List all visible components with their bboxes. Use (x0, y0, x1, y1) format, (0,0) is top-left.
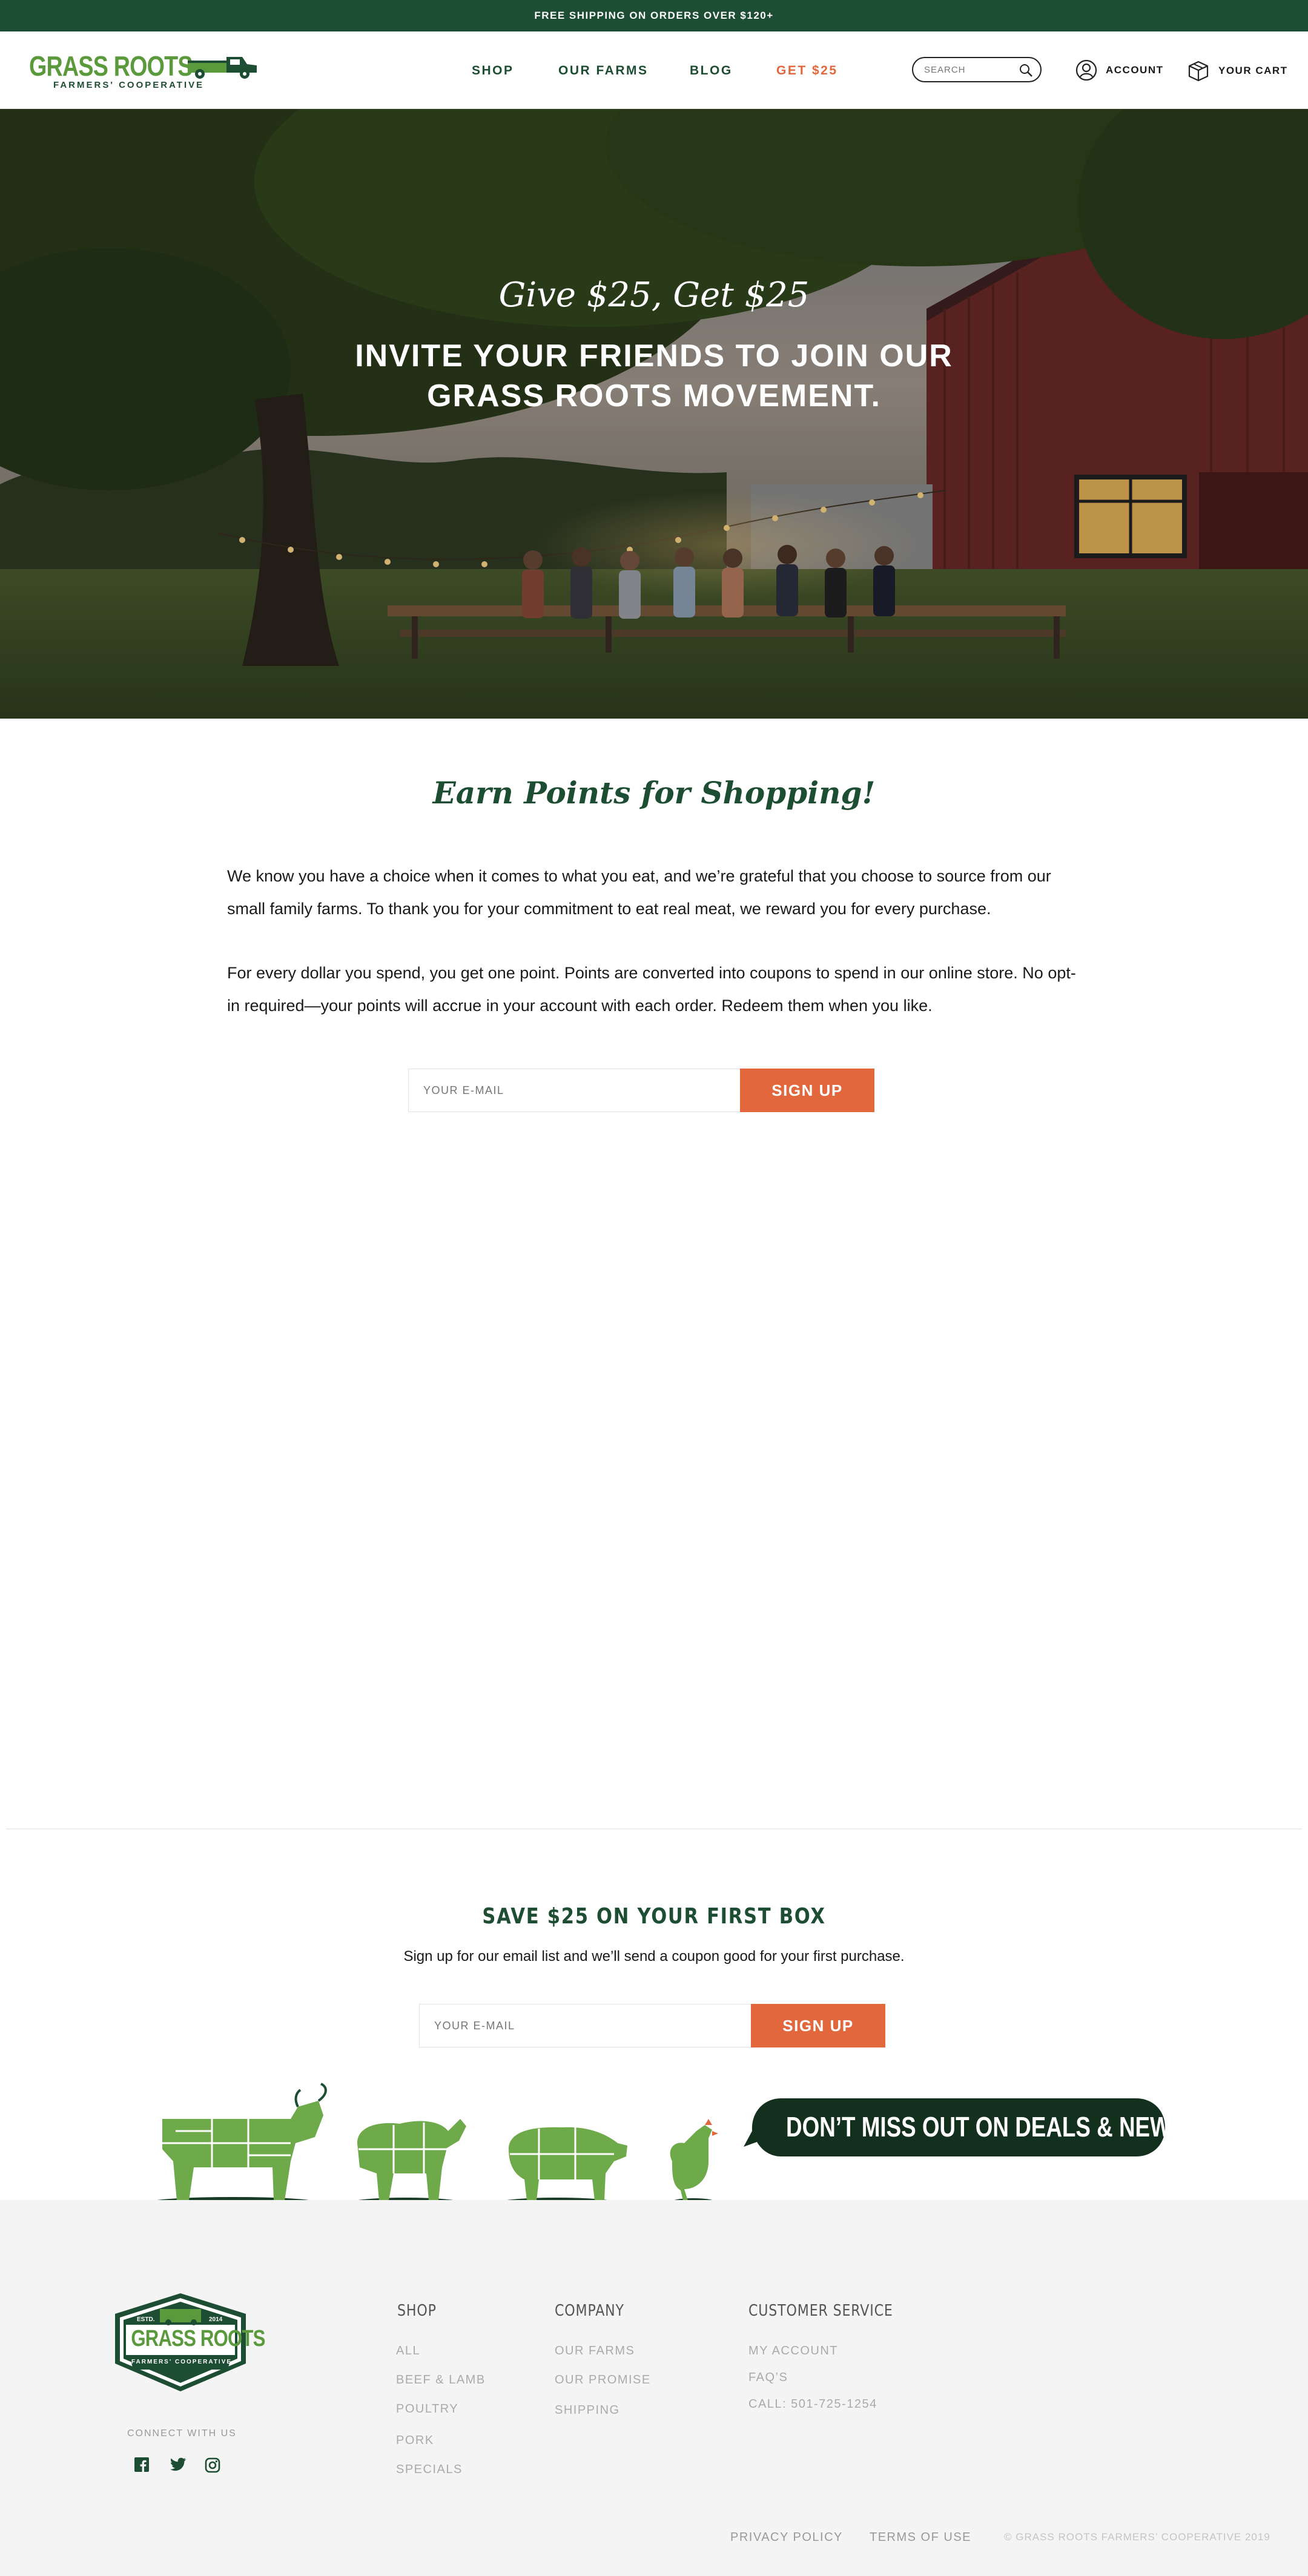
cow-icon (162, 2083, 327, 2201)
hero-tagline: Give $25, Get $25 (498, 275, 810, 315)
account-label: ACCOUNT (1106, 64, 1164, 76)
points-paragraph-2: For every dollar you spend, you get one … (227, 964, 1076, 1015)
footer-customer-service-title: CUSTOMER SERVICE (748, 2302, 893, 2320)
badge-subtitle: FARMERS' COOPERATIVE (131, 2359, 233, 2365)
points-signup-form: SIGN UP (408, 1069, 874, 1112)
user-icon (1075, 59, 1097, 81)
footer-link-our-farms[interactable]: OUR FARMS (555, 2344, 635, 2358)
footer-copyright: © GRASS ROOTS FARMERS’ COOPERATIVE 2019 (1004, 2531, 1270, 2543)
speech-bubble-text: DON’T MISS OUT ON DEALS & NEWS! (786, 2111, 1194, 2143)
footer-link-specials[interactable]: SPECIALS (396, 2463, 463, 2477)
newsletter-title: SAVE $25 ON YOUR FIRST BOX (482, 1904, 826, 1929)
footer-link-beef-lamb[interactable]: BEEF & LAMB (396, 2373, 486, 2387)
account-link[interactable]: ACCOUNT (1075, 59, 1164, 81)
hero-headline: INVITE YOUR FRIENDS TO JOIN OUR GRASS RO… (355, 338, 953, 413)
footer-shop-title: SHOP (397, 2302, 437, 2320)
footer-link-faqs[interactable]: FAQ’S (748, 2371, 788, 2385)
brand-subtitle: FARMERS' COOPERATIVE (53, 80, 205, 90)
badge-brand-name: GRASS ROOTS (131, 2326, 265, 2351)
newsletter-email-input[interactable] (419, 2004, 751, 2047)
pig-icon (509, 2127, 627, 2201)
footer-link-poultry[interactable]: POULTRY (396, 2402, 458, 2416)
site-header: GRASS ROOTS FARMERS' COOPERATIVE SHOP OU… (0, 31, 1308, 109)
badge-estd: ESTD. (137, 2316, 155, 2323)
site-footer: ESTD. 2014 GRASS ROOTS FARMERS' COOPERAT… (0, 2200, 1308, 2576)
search-icon[interactable] (1019, 63, 1033, 77)
footer-link-all[interactable]: ALL (396, 2344, 420, 2358)
brand-name: GRASS ROOTS (29, 50, 193, 82)
newsletter-signup-button[interactable]: SIGN UP (751, 2004, 885, 2047)
footer-company-title: COMPANY (555, 2302, 624, 2320)
newsletter-signup-form: SIGN UP (419, 2004, 885, 2047)
farm-animals-illustration (148, 2083, 718, 2208)
footer-terms-of-use[interactable]: TERMS OF USE (870, 2531, 971, 2545)
footer-link-my-account[interactable]: MY ACCOUNT (748, 2344, 838, 2358)
instagram-icon[interactable] (205, 2457, 220, 2473)
section-divider (6, 1828, 1302, 1830)
announcement-text: FREE SHIPPING ON ORDERS OVER $120+ (534, 10, 774, 21)
cart-label: YOUR CART (1218, 65, 1288, 76)
truck-icon (188, 57, 257, 79)
nav-item-shop[interactable]: SHOP (472, 64, 514, 78)
points-email-input[interactable] (408, 1069, 740, 1112)
deals-speech-bubble: DON’T MISS OUT ON DEALS & NEWS! (744, 2096, 1194, 2159)
footer-link-shipping[interactable]: SHIPPING (555, 2403, 620, 2417)
points-paragraph-1: We know you have a choice when it comes … (227, 867, 1051, 918)
announcement-bar: FREE SHIPPING ON ORDERS OVER $120+ (0, 0, 1308, 31)
hero-banner: Give $25, Get $25 INVITE YOUR FRIENDS TO… (0, 109, 1308, 719)
facebook-icon[interactable] (134, 2457, 149, 2472)
footer-privacy-policy[interactable]: PRIVACY POLICY (730, 2531, 843, 2545)
brand-logo[interactable]: GRASS ROOTS FARMERS' COOPERATIVE (28, 46, 257, 94)
chicken-icon (670, 2119, 718, 2201)
sheep-icon (357, 2119, 466, 2201)
footer-link-our-promise[interactable]: OUR PROMISE (555, 2373, 651, 2387)
nav-item-our-farms[interactable]: OUR FARMS (558, 64, 649, 78)
points-signup-button[interactable]: SIGN UP (740, 1069, 874, 1112)
twitter-icon[interactable] (170, 2457, 187, 2472)
badge-year: 2014 (209, 2316, 223, 2323)
nav-item-blog[interactable]: BLOG (690, 64, 733, 78)
cart-link[interactable]: YOUR CART (1187, 59, 1288, 82)
box-cart-icon (1188, 61, 1209, 82)
footer-link-call[interactable]: CALL: 501-725-1254 (748, 2397, 877, 2411)
connect-label: CONNECT WITH US (127, 2428, 237, 2439)
footer-link-pork[interactable]: PORK (396, 2434, 434, 2448)
search-input[interactable] (924, 63, 1015, 76)
nav-item-get-25[interactable]: GET $25 (776, 64, 838, 78)
newsletter-subtitle: Sign up for our email list and we’ll sen… (403, 1948, 905, 1965)
search-box[interactable] (912, 57, 1042, 82)
points-title: Earn Points for Shopping! (432, 775, 876, 811)
